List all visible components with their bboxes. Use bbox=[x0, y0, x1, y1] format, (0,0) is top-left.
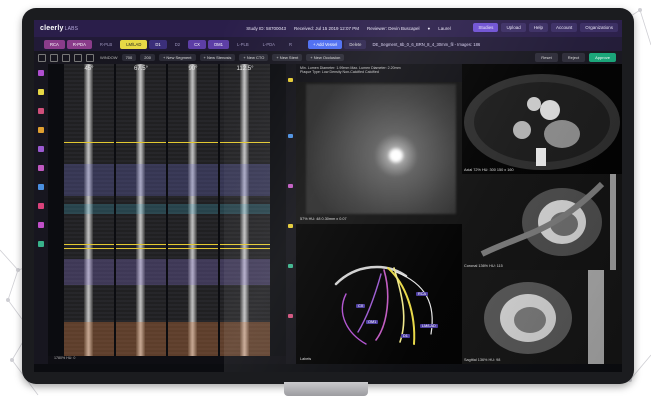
cpr-view-112[interactable] bbox=[220, 64, 270, 356]
stenosis-tool-icon[interactable] bbox=[38, 89, 44, 95]
new-cto-button[interactable]: + New CTO bbox=[239, 54, 269, 61]
segment-marker[interactable] bbox=[288, 78, 293, 82]
new-stent-button[interactable]: + New Stent bbox=[272, 54, 303, 61]
coronary-tree-render bbox=[334, 265, 433, 345]
cpr-angle-label: 45° bbox=[84, 66, 94, 72]
tab-r-pda[interactable]: R-PDA bbox=[66, 39, 92, 49]
vessel-cross-section-image bbox=[306, 84, 456, 214]
reviewer: Reviewer: Devin Buscapel bbox=[367, 26, 420, 31]
nav-account[interactable]: Account bbox=[550, 23, 578, 32]
sagittal-view[interactable]: Sagittal 136% HU: 98 bbox=[462, 270, 622, 364]
nav-studies[interactable]: Studies bbox=[473, 23, 499, 32]
segment-marker-strip bbox=[286, 64, 296, 364]
lumen-info: Min. Lumen Diameter: 1.99mm Max. Lumen D… bbox=[296, 64, 462, 82]
segment-marker[interactable] bbox=[288, 264, 293, 268]
cpr-view-67[interactable] bbox=[116, 64, 166, 356]
pan-icon[interactable] bbox=[38, 53, 46, 62]
cross-section-caption: 57% HU: 48 0.30mm x 0.07 bbox=[300, 217, 347, 221]
cpr-view-90[interactable] bbox=[168, 64, 218, 356]
tab-r-plb[interactable]: R-PLB bbox=[94, 40, 118, 49]
nav-help[interactable]: Help bbox=[528, 23, 548, 32]
series-name: DE_Segment_6b_0_6_BRN_8_4_30mm_fil - Ima… bbox=[372, 41, 481, 47]
coronal-caption: Coronal 136% HU: 115 bbox=[464, 264, 503, 268]
measure-icon[interactable] bbox=[74, 53, 82, 62]
window-level[interactable]: 200 bbox=[140, 54, 155, 61]
segment-marker[interactable] bbox=[288, 314, 293, 318]
vessel-tool-icon[interactable] bbox=[38, 70, 44, 76]
vessel-tab-bar: RCA R-PDA R-PLB LM/LAD D1 D2 CX OM1 L-PL… bbox=[34, 37, 622, 51]
new-occlusion-button[interactable]: + New Occlusion bbox=[306, 54, 345, 61]
tree-label: LM/LAD bbox=[420, 324, 438, 328]
rotate-icon[interactable] bbox=[62, 53, 70, 62]
reject-button[interactable]: Reject bbox=[561, 53, 586, 62]
stent-tool-icon[interactable] bbox=[38, 165, 44, 171]
tab-lm-lad[interactable]: LM/LAD bbox=[120, 39, 148, 49]
occlusion-tool-icon[interactable] bbox=[38, 203, 44, 209]
monitor-stand bbox=[284, 382, 368, 396]
cpr-angle-label: 67.5° bbox=[133, 66, 149, 72]
new-stenosis-button[interactable]: + New Stenosis bbox=[199, 54, 236, 61]
app-screen: cleerlyLABS Study ID: 58700043 Received:… bbox=[34, 20, 622, 372]
left-tool-strip bbox=[34, 64, 48, 364]
sagittal-caption: Sagittal 136% HU: 98 bbox=[464, 358, 501, 362]
cpr-view-45[interactable] bbox=[64, 64, 114, 356]
cpr-angle-label: 112.5° bbox=[236, 66, 254, 72]
tab-l-plb[interactable]: L-PLB bbox=[231, 40, 255, 49]
new-segment-button[interactable]: + New Segment bbox=[158, 54, 196, 61]
tab-rca[interactable]: RCA bbox=[44, 39, 65, 49]
user-name[interactable]: Laurel bbox=[438, 26, 451, 31]
sagittal-ct-image bbox=[462, 270, 622, 364]
window-width[interactable]: 700 bbox=[121, 54, 137, 61]
cto-tool-icon[interactable] bbox=[38, 184, 44, 190]
segment-marker[interactable] bbox=[288, 184, 293, 188]
branch-tool-icon[interactable] bbox=[38, 222, 44, 228]
delete-button[interactable]: Delete bbox=[344, 39, 367, 49]
tab-om1[interactable]: OM1 bbox=[207, 39, 229, 49]
zoom-icon[interactable] bbox=[50, 53, 58, 62]
axial-view[interactable]: Axial 72% HU: 300 150 x 160 bbox=[462, 64, 622, 174]
tab-d2[interactable]: D2 bbox=[169, 40, 186, 49]
labels-toggle[interactable]: Labels bbox=[300, 357, 311, 361]
segment-marker[interactable] bbox=[288, 224, 293, 228]
calcium-tool-icon[interactable] bbox=[38, 127, 44, 133]
nav-upload[interactable]: Upload bbox=[501, 23, 526, 32]
reset-button[interactable]: Reset bbox=[535, 53, 558, 62]
add-vessel-button[interactable]: + Add Vessel bbox=[308, 39, 343, 49]
plaque-tool-icon[interactable] bbox=[38, 108, 44, 114]
segment-tool-icon[interactable] bbox=[38, 146, 44, 152]
axial-ct-image bbox=[464, 74, 620, 170]
monitor-frame: cleerlyLABS Study ID: 58700043 Received:… bbox=[22, 8, 634, 384]
coronal-view[interactable]: Coronal 136% HU: 115 bbox=[462, 174, 622, 270]
received-time: Received: Jul 15 2019 12:07 PM bbox=[293, 26, 360, 31]
cpr-status-bar: 1780% HU: 0 bbox=[48, 356, 296, 364]
tab-r[interactable]: R bbox=[283, 40, 298, 49]
approve-button[interactable]: Approve bbox=[589, 53, 616, 62]
axial-caption: Axial 72% HU: 300 150 x 160 bbox=[464, 168, 514, 172]
tab-l-pda[interactable]: L-PDA bbox=[257, 40, 281, 49]
toolbar: WINDOW 700 200 + New Segment + New Steno… bbox=[34, 51, 622, 64]
tab-cx[interactable]: CX bbox=[188, 39, 206, 49]
tree-label: OM1 bbox=[366, 320, 379, 324]
reset-view-icon[interactable] bbox=[86, 53, 94, 62]
length-tool-icon[interactable] bbox=[38, 241, 44, 247]
coronary-tree-view[interactable]: RCA LM/LAD CX OM1 D1 Labels bbox=[296, 224, 462, 364]
coronal-ct-image bbox=[462, 174, 622, 270]
tree-label: CX bbox=[356, 304, 366, 308]
tree-label: D1 bbox=[401, 334, 410, 338]
top-bar: cleerlyLABS Study ID: 58700043 Received:… bbox=[34, 20, 622, 37]
segment-marker[interactable] bbox=[288, 134, 293, 138]
user-icon[interactable]: ● bbox=[428, 26, 431, 31]
tab-d1[interactable]: D1 bbox=[149, 39, 167, 49]
study-id: Study ID: 58700043 bbox=[246, 26, 286, 31]
app-logo: cleerlyLABS bbox=[40, 25, 79, 32]
cpr-angle-label: 90° bbox=[188, 66, 198, 72]
nav-organizations[interactable]: Organizations bbox=[580, 23, 618, 32]
tree-label: RCA bbox=[416, 292, 429, 296]
window-label: WINDOW bbox=[100, 55, 118, 60]
cross-section-view[interactable]: Min. Lumen Diameter: 1.99mm Max. Lumen D… bbox=[296, 64, 462, 224]
